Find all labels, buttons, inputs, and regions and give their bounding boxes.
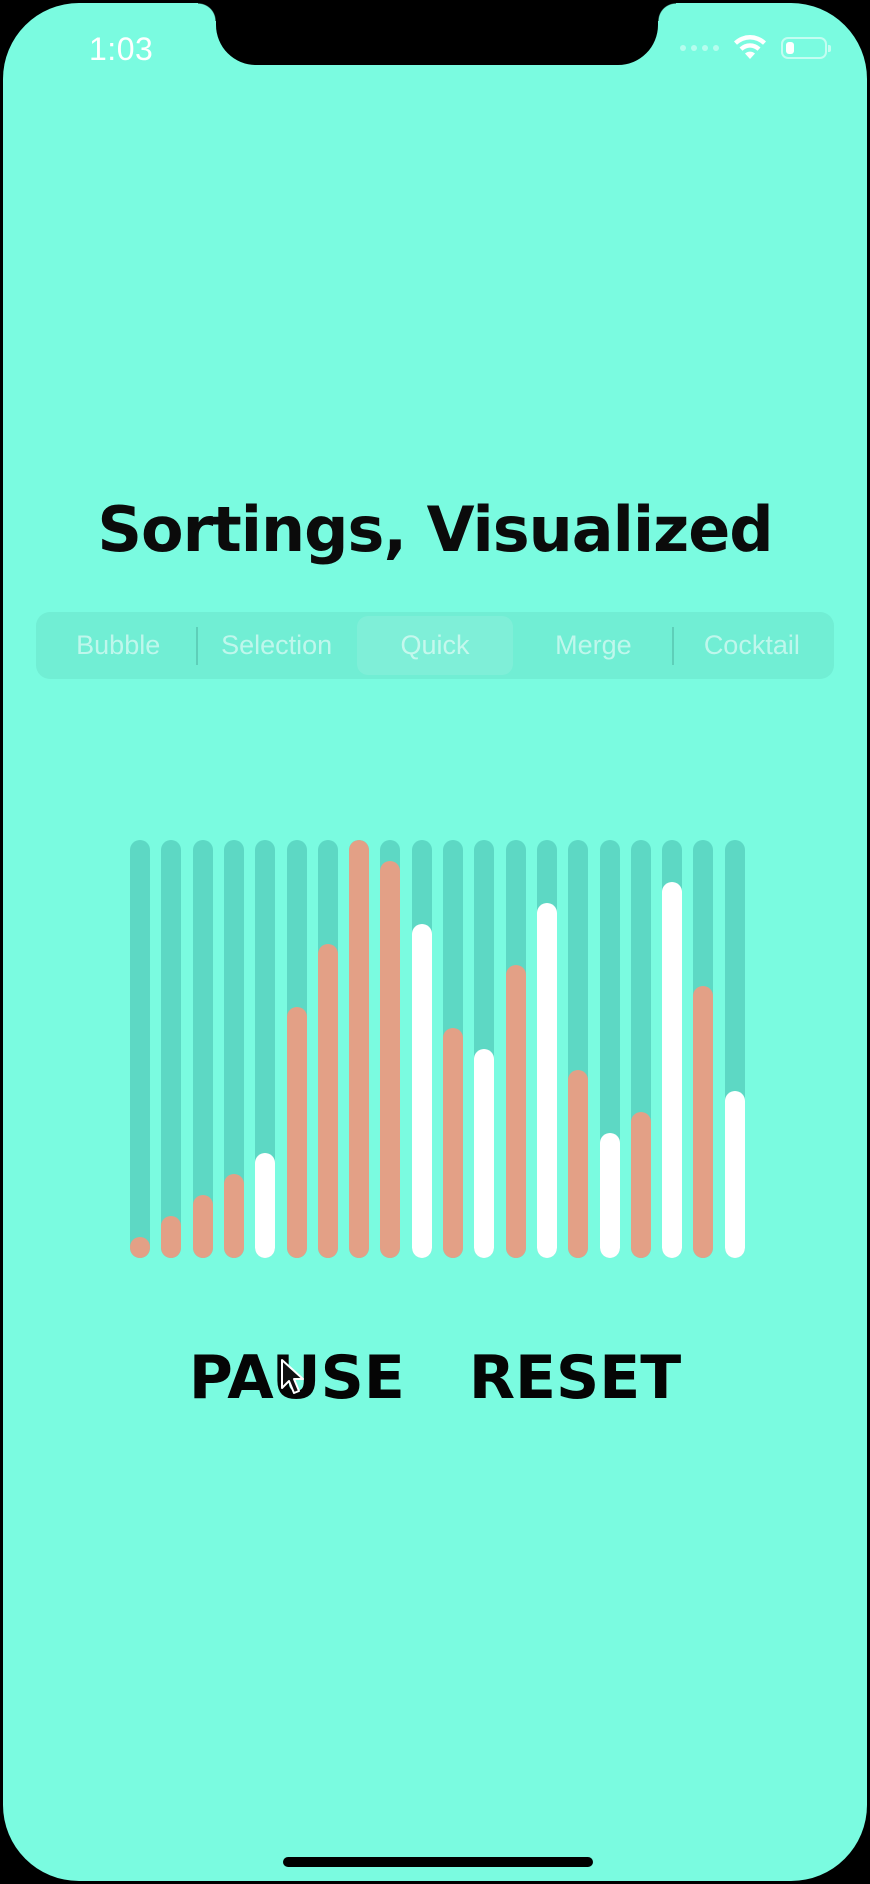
- value-bar: [536, 840, 557, 1258]
- value-bar: [599, 840, 620, 1258]
- value-bar-fill: [536, 903, 557, 1258]
- cellular-signal-icon: [680, 45, 719, 51]
- value-bar: [192, 840, 213, 1258]
- segment-quick[interactable]: Quick: [356, 616, 514, 675]
- value-bar-fill: [223, 1174, 244, 1258]
- value-bar: [693, 840, 714, 1258]
- segment-cocktail[interactable]: Cocktail: [674, 616, 830, 675]
- value-bar-fill: [130, 1237, 150, 1258]
- segment-label: Quick: [400, 630, 470, 660]
- value-bar: [286, 840, 307, 1258]
- value-bar-fill: [380, 861, 401, 1258]
- wifi-icon: [734, 35, 766, 59]
- segment-selection[interactable]: Selection: [198, 616, 354, 675]
- value-bar: [411, 840, 432, 1258]
- status-icons: [680, 35, 831, 61]
- page-title: Sortings, Visualized: [97, 493, 773, 566]
- value-bar: [349, 840, 370, 1258]
- battery-icon: [781, 37, 831, 59]
- value-bar-fill: [317, 944, 338, 1258]
- value-bar: [380, 840, 401, 1258]
- value-bar-fill: [474, 1049, 495, 1258]
- value-bar-fill: [161, 1216, 182, 1258]
- home-indicator: [283, 1857, 593, 1867]
- value-bar-fill: [349, 840, 370, 1258]
- value-bar: [630, 840, 651, 1258]
- value-bar: [474, 840, 495, 1258]
- value-bar-fill: [286, 1007, 307, 1258]
- value-bar: [724, 840, 745, 1258]
- value-bar-fill: [662, 882, 683, 1258]
- value-bar-fill: [724, 1091, 745, 1258]
- battery-level: [786, 42, 794, 54]
- value-bar-fill: [255, 1153, 276, 1258]
- value-bar: [662, 840, 683, 1258]
- segment-label: Bubble: [76, 630, 161, 660]
- segment-merge[interactable]: Merge: [515, 616, 671, 675]
- value-bar-fill: [443, 1028, 463, 1258]
- sort-visualization: [130, 840, 750, 1258]
- reset-button[interactable]: RESET: [469, 1343, 681, 1413]
- value-bar-fill: [192, 1195, 213, 1258]
- value-bar-fill: [411, 924, 432, 1258]
- mouse-cursor-icon: [281, 1359, 304, 1394]
- value-bar: [443, 840, 463, 1258]
- algorithm-selector[interactable]: Bubble Selection Quick Merge Cocktail: [36, 612, 834, 679]
- value-bar-fill: [568, 1070, 589, 1258]
- segment-bubble[interactable]: Bubble: [40, 616, 196, 675]
- status-time: 1:03: [89, 31, 154, 67]
- value-bar: [505, 840, 526, 1258]
- playback-controls: PAUSE RESET: [3, 1343, 867, 1413]
- value-bar: [317, 840, 338, 1258]
- segment-label: Merge: [555, 630, 632, 660]
- device-notch: [198, 3, 676, 65]
- value-bar: [255, 840, 276, 1258]
- value-bar: [568, 840, 589, 1258]
- segment-label: Selection: [221, 630, 333, 660]
- app-screen: 1:03 Sortings, Visualized Bubble Selecti…: [3, 3, 867, 1881]
- value-bar: [223, 840, 244, 1258]
- segment-label: Cocktail: [703, 630, 800, 660]
- value-bar-fill: [599, 1133, 620, 1258]
- value-bar: [161, 840, 182, 1258]
- value-bar: [130, 840, 150, 1258]
- value-bar-fill: [693, 986, 714, 1258]
- value-bar-fill: [505, 965, 526, 1258]
- value-bar-fill: [630, 1112, 651, 1258]
